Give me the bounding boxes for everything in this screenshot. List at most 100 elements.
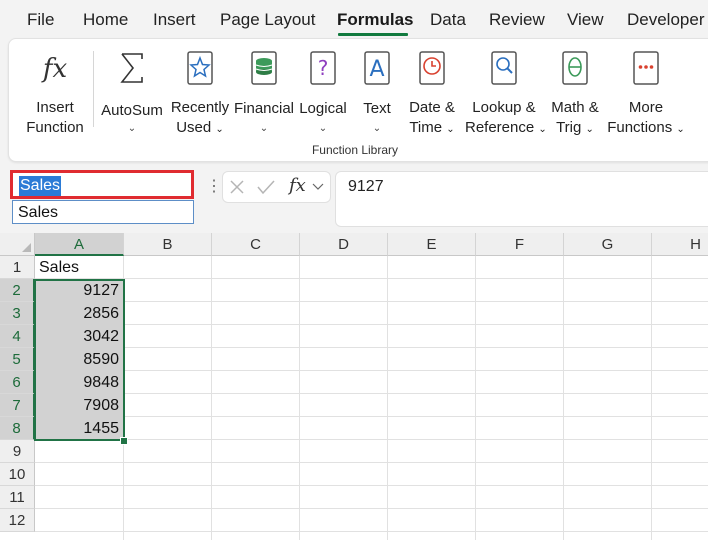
tab-insert[interactable]: Insert [153, 10, 196, 30]
name-dropdown-item[interactable]: Sales [18, 204, 58, 222]
tab-data[interactable]: Data [430, 10, 466, 30]
magnifier-book-icon [491, 51, 517, 85]
grid-line [35, 324, 708, 325]
math-trig-button[interactable]: Math & Trig ⌄ [545, 47, 605, 147]
tab-page-layout[interactable]: Page Layout [220, 10, 315, 30]
column-header-e[interactable]: E [388, 233, 476, 256]
lookup-line2: Reference [465, 119, 535, 136]
column-header-d[interactable]: D [300, 233, 388, 256]
grid-line [35, 347, 708, 348]
name-box-dropdown[interactable]: Sales [12, 200, 194, 224]
math-line2: Trig [556, 119, 582, 136]
row-header-12[interactable]: 12 [0, 509, 35, 532]
cancel-icon[interactable] [229, 179, 245, 195]
worksheet-grid: A B C D E F G H 1 2 3 4 5 6 7 8 9 10 11 … [0, 233, 708, 540]
theta-book-icon [562, 51, 588, 85]
formula-value[interactable]: 9127 [348, 178, 384, 196]
tab-review[interactable]: Review [489, 10, 545, 30]
cell-a1[interactable]: Sales [35, 256, 123, 279]
fill-handle[interactable] [120, 437, 128, 445]
select-all-corner[interactable] [0, 233, 35, 256]
name-box-value[interactable]: Sales [19, 176, 62, 196]
row-header-3[interactable]: 3 [0, 302, 35, 325]
autosum-label: AutoSum [101, 102, 163, 119]
row-header-9[interactable]: 9 [0, 440, 35, 463]
row-header-2[interactable]: 2 [0, 279, 35, 302]
lookup-line1: Lookup & [472, 99, 536, 116]
grid-line [35, 531, 708, 532]
select-all-triangle-icon [22, 243, 31, 252]
clock-book-icon [419, 51, 445, 85]
tab-view[interactable]: View [567, 10, 604, 30]
insert-function-fx[interactable]: fx [289, 175, 306, 196]
lookup-reference-button[interactable]: Lookup & Reference ⌄ [465, 47, 547, 147]
menu-bar: File Home Insert Page Layout Formulas Da… [0, 0, 708, 38]
autosum-button[interactable]: AutoSum ⌄ [99, 47, 165, 147]
dots-book-icon [633, 51, 659, 85]
confirm-icon[interactable] [257, 179, 275, 195]
grid-line [35, 508, 708, 509]
name-box[interactable]: Sales [10, 170, 194, 199]
grid-line [475, 256, 476, 540]
tab-home[interactable]: Home [83, 10, 128, 30]
svg-text:fx: fx [41, 54, 68, 84]
chevron-down-icon: ⌄ [318, 123, 328, 134]
row-header-8[interactable]: 8 [0, 417, 35, 440]
formula-buttons: fx [222, 171, 331, 203]
date-line1: Date & [409, 99, 455, 116]
grid-line [35, 393, 708, 394]
ribbon: fx Insert Function AutoSum ⌄ Recently Used… [8, 38, 708, 162]
star-book-icon [187, 51, 213, 85]
insert-function-line2: Function [26, 119, 84, 136]
grid-line [35, 416, 708, 417]
chevron-down-icon: ⌄ [259, 123, 269, 134]
grid-line [35, 370, 708, 371]
row-header-11[interactable]: 11 [0, 486, 35, 509]
date-time-button[interactable]: Date & Time ⌄ [403, 47, 461, 147]
more-options-icon[interactable]: ⋮ [206, 176, 222, 196]
column-header-b[interactable]: B [124, 233, 212, 256]
grid-line [651, 256, 652, 540]
grid-line [35, 462, 708, 463]
financial-label: Financial [233, 100, 295, 117]
row-header-1[interactable]: 1 [0, 256, 35, 279]
column-header-f[interactable]: F [476, 233, 564, 256]
row-header-5[interactable]: 5 [0, 348, 35, 371]
row-header-4[interactable]: 4 [0, 325, 35, 348]
row-header-6[interactable]: 6 [0, 371, 35, 394]
svg-text:?: ? [318, 56, 329, 80]
selection-outline [34, 279, 125, 441]
tab-file[interactable]: File [27, 10, 54, 30]
recently-line1: Recently [170, 99, 230, 116]
date-line2: Time [409, 119, 443, 136]
financial-button[interactable]: Financial ⌄ [233, 47, 295, 147]
letter-a-book-icon: A [364, 51, 390, 85]
logical-button[interactable]: ? Logical ⌄ [295, 47, 351, 147]
logical-label: Logical [299, 100, 347, 117]
chevron-down-icon[interactable] [312, 183, 324, 191]
text-label: Text [363, 100, 391, 117]
active-tab-indicator [338, 33, 408, 36]
grid-line [211, 256, 212, 540]
row-header-7[interactable]: 7 [0, 394, 35, 417]
fx-icon: fx [41, 54, 68, 84]
column-header-a[interactable]: A [35, 233, 124, 256]
tab-formulas[interactable]: Formulas [337, 10, 414, 30]
column-header-h[interactable]: H [652, 233, 708, 256]
insert-function-line1: Insert [36, 99, 74, 116]
grid-line [35, 301, 708, 302]
more-functions-button[interactable]: More Functions ⌄ [607, 47, 685, 147]
column-header-g[interactable]: G [564, 233, 652, 256]
formula-input[interactable]: 9127 [335, 171, 708, 227]
grid-line [387, 256, 388, 540]
text-button[interactable]: A Text ⌄ [355, 47, 399, 147]
recently-used-button[interactable]: Recently Used ⌄ [167, 47, 233, 147]
grid-line [299, 256, 300, 540]
column-header-c[interactable]: C [212, 233, 300, 256]
row-header-10[interactable]: 10 [0, 463, 35, 486]
recently-line2: Used [176, 119, 212, 136]
sigma-icon [120, 53, 143, 83]
svg-text:A: A [369, 57, 384, 82]
tab-developer[interactable]: Developer [627, 10, 705, 30]
insert-function-button[interactable]: fx Insert Function [15, 47, 95, 147]
